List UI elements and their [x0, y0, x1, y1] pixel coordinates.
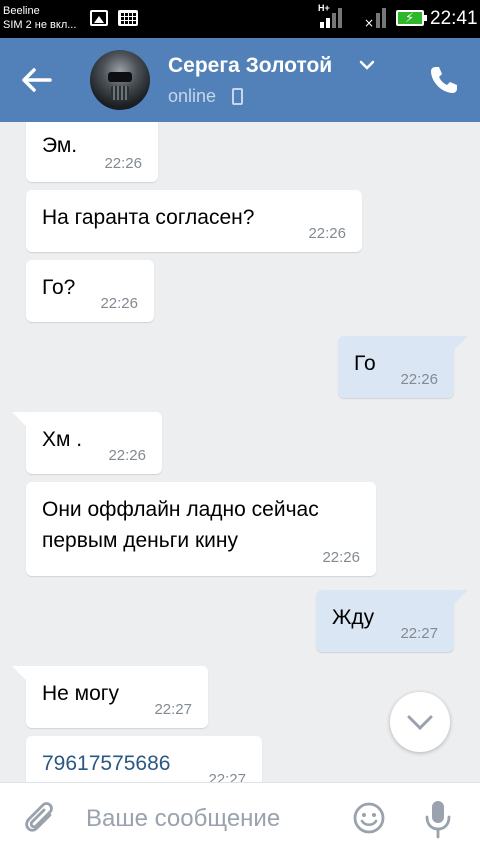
call-icon[interactable] [428, 64, 460, 96]
signal-strength-icon [320, 8, 342, 28]
message-time: 22:26 [308, 225, 346, 242]
contact-avatar[interactable] [90, 50, 150, 110]
message-bubble[interactable]: Они оффлайн ладно сейчас первым деньги к… [26, 482, 376, 576]
message-time: 22:27 [154, 701, 192, 718]
message-time: 22:26 [400, 371, 438, 388]
carrier-name: Beeline [3, 5, 40, 17]
message-bubble-outgoing[interactable]: Го 22:26 [338, 336, 468, 398]
keyboard-notification-icon [118, 10, 138, 26]
sim2-no-signal-icon: × [364, 8, 386, 28]
paperclip-icon[interactable] [24, 801, 58, 839]
message-bubble[interactable]: Хм . 22:26 [12, 412, 162, 474]
bubble-tail [12, 666, 30, 684]
mobile-device-icon [232, 88, 243, 105]
message-bubble[interactable]: Эм. 22:26 [26, 122, 158, 182]
status-bar: Beeline SIM 2 не вкл... H+ × ⚡ 22:41 [0, 0, 480, 38]
bubble-tail [12, 412, 30, 430]
message-time: 22:26 [100, 295, 138, 312]
clock: 22:41 [430, 8, 478, 29]
emoji-icon[interactable] [352, 801, 386, 835]
chat-header: Серега Золотой online [0, 38, 480, 122]
back-arrow-icon[interactable] [18, 62, 58, 98]
carrier-info: Beeline SIM 2 не вкл... [3, 4, 76, 32]
message-time: 22:26 [108, 447, 146, 464]
message-bubble[interactable]: 79617575686 22:27 [26, 736, 262, 782]
microphone-icon[interactable] [424, 799, 452, 839]
message-time: 22:26 [104, 155, 142, 172]
message-bubble-outgoing[interactable]: Жду 22:27 [316, 590, 468, 652]
contact-name[interactable]: Серега Золотой [168, 54, 332, 78]
message-input[interactable] [86, 801, 336, 837]
svg-text:×: × [364, 16, 374, 28]
message-list[interactable]: Эм. 22:26 На гаранта согласен? 22:26 Го?… [0, 122, 480, 782]
message-time: 22:27 [208, 771, 246, 782]
bubble-tail [450, 590, 468, 608]
chevron-down-icon [407, 715, 433, 731]
bubble-tail [450, 336, 468, 354]
sim2-status: SIM 2 не вкл... [3, 19, 77, 31]
message-time: 22:27 [400, 625, 438, 642]
message-text: Они оффлайн ладно сейчас первым деньги к… [42, 498, 319, 552]
chevron-down-icon[interactable] [358, 58, 376, 72]
message-text: На гаранта согласен? [42, 206, 255, 229]
battery-charging-icon: ⚡ [396, 10, 427, 26]
message-time: 22:26 [322, 549, 360, 566]
message-bubble[interactable]: Не могу 22:27 [12, 666, 208, 728]
contact-status: online [168, 86, 217, 106]
message-composer [0, 782, 480, 854]
gallery-notification-icon [90, 10, 108, 26]
scroll-to-bottom-button[interactable] [390, 692, 450, 752]
message-bubble[interactable]: Го? 22:26 [26, 260, 154, 322]
message-bubble[interactable]: На гаранта согласен? 22:26 [26, 190, 362, 252]
